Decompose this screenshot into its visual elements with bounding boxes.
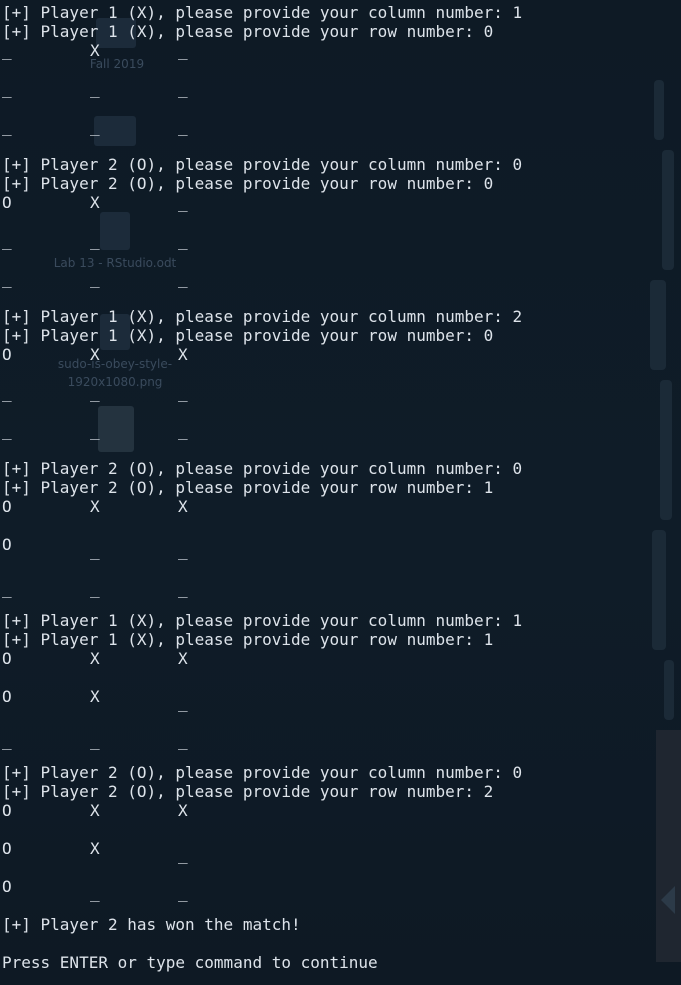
board-cell: _: [90, 731, 100, 750]
board-cell: X: [90, 649, 100, 668]
board-cell: O: [2, 345, 12, 364]
board-cell: _: [178, 79, 188, 98]
document-icon: [100, 212, 130, 250]
board-cell: X: [178, 801, 188, 820]
side-panel: [656, 730, 681, 962]
board-cell: _: [178, 845, 188, 864]
board-cell: X: [90, 497, 100, 516]
board-cell: _: [178, 41, 188, 60]
board-cell: X: [178, 497, 188, 516]
board-cell: O: [2, 839, 12, 858]
board-cell: X: [90, 839, 100, 858]
board-cell: _: [178, 193, 188, 212]
board-cell: _: [178, 883, 188, 902]
board-cell: _: [178, 421, 188, 440]
board-cell: X: [90, 41, 100, 60]
row-prompt: [+] Player 1 (X), please provide your ro…: [2, 630, 494, 649]
chevron-left-icon[interactable]: [661, 886, 675, 914]
board-cell: X: [90, 801, 100, 820]
board-cell: O: [2, 877, 12, 896]
desktop-icon-label: sudo-is-obey-style-: [57, 357, 173, 371]
board-cell: _: [178, 269, 188, 288]
terminal-window[interactable]: Fall 2019 Lab 13 - RStudio.odt sudo-is-o…: [0, 0, 681, 985]
row-prompt: [+] Player 1 (X), please provide your ro…: [2, 22, 494, 41]
board-cell: X: [90, 345, 100, 364]
board-cell: O: [2, 193, 12, 212]
board-cell: _: [2, 421, 12, 440]
board-cell: _: [90, 231, 100, 250]
desktop-icon-label: Lab 13 - RStudio.odt: [53, 256, 177, 270]
board-cell: _: [90, 541, 100, 560]
wallpaper-decoration: [640, 60, 681, 740]
win-message: [+] Player 2 has won the match!: [2, 915, 301, 934]
board-cell: _: [2, 383, 12, 402]
board-cell: _: [2, 579, 12, 598]
column-prompt: [+] Player 2 (O), please provide your co…: [2, 155, 523, 174]
column-prompt: [+] Player 1 (X), please provide your co…: [2, 3, 523, 22]
row-prompt: [+] Player 2 (O), please provide your ro…: [2, 782, 494, 801]
board-cell: _: [90, 117, 100, 136]
board-cell: _: [90, 421, 100, 440]
board-cell: X: [90, 193, 100, 212]
column-prompt: [+] Player 1 (X), please provide your co…: [2, 307, 523, 326]
board-cell: _: [178, 541, 188, 560]
row-prompt: [+] Player 2 (O), please provide your ro…: [2, 478, 494, 497]
board-cell: X: [178, 345, 188, 364]
board-cell: _: [2, 231, 12, 250]
folder-icon: [94, 116, 136, 146]
board-cell: O: [2, 687, 12, 706]
board-cell: _: [90, 883, 100, 902]
row-prompt: [+] Player 2 (O), please provide your ro…: [2, 174, 494, 193]
board-cell: _: [178, 383, 188, 402]
column-prompt: [+] Player 1 (X), please provide your co…: [2, 611, 523, 630]
board-cell: _: [2, 731, 12, 750]
row-prompt: [+] Player 1 (X), please provide your ro…: [2, 326, 494, 345]
continue-prompt[interactable]: Press ENTER or type command to continue: [2, 953, 378, 972]
column-prompt: [+] Player 2 (O), please provide your co…: [2, 763, 523, 782]
board-cell: _: [178, 231, 188, 250]
board-cell: _: [90, 383, 100, 402]
board-cell: _: [90, 269, 100, 288]
board-cell: _: [178, 693, 188, 712]
desktop-icon-label: 1920x1080.png: [67, 375, 163, 389]
board-cell: O: [2, 535, 12, 554]
board-cell: _: [178, 731, 188, 750]
board-cell: O: [2, 801, 12, 820]
board-cell: _: [90, 79, 100, 98]
board-cell: _: [2, 79, 12, 98]
column-prompt: [+] Player 2 (O), please provide your co…: [2, 459, 523, 478]
board-cell: X: [178, 649, 188, 668]
board-cell: _: [2, 117, 12, 136]
board-cell: X: [90, 687, 100, 706]
board-cell: _: [2, 269, 12, 288]
board-cell: _: [90, 579, 100, 598]
board-cell: _: [2, 41, 12, 60]
file-icon: [98, 406, 134, 452]
board-cell: _: [178, 117, 188, 136]
board-cell: O: [2, 497, 12, 516]
board-cell: _: [178, 579, 188, 598]
desktop-icon-label: Fall 2019: [89, 57, 145, 71]
board-cell: O: [2, 649, 12, 668]
